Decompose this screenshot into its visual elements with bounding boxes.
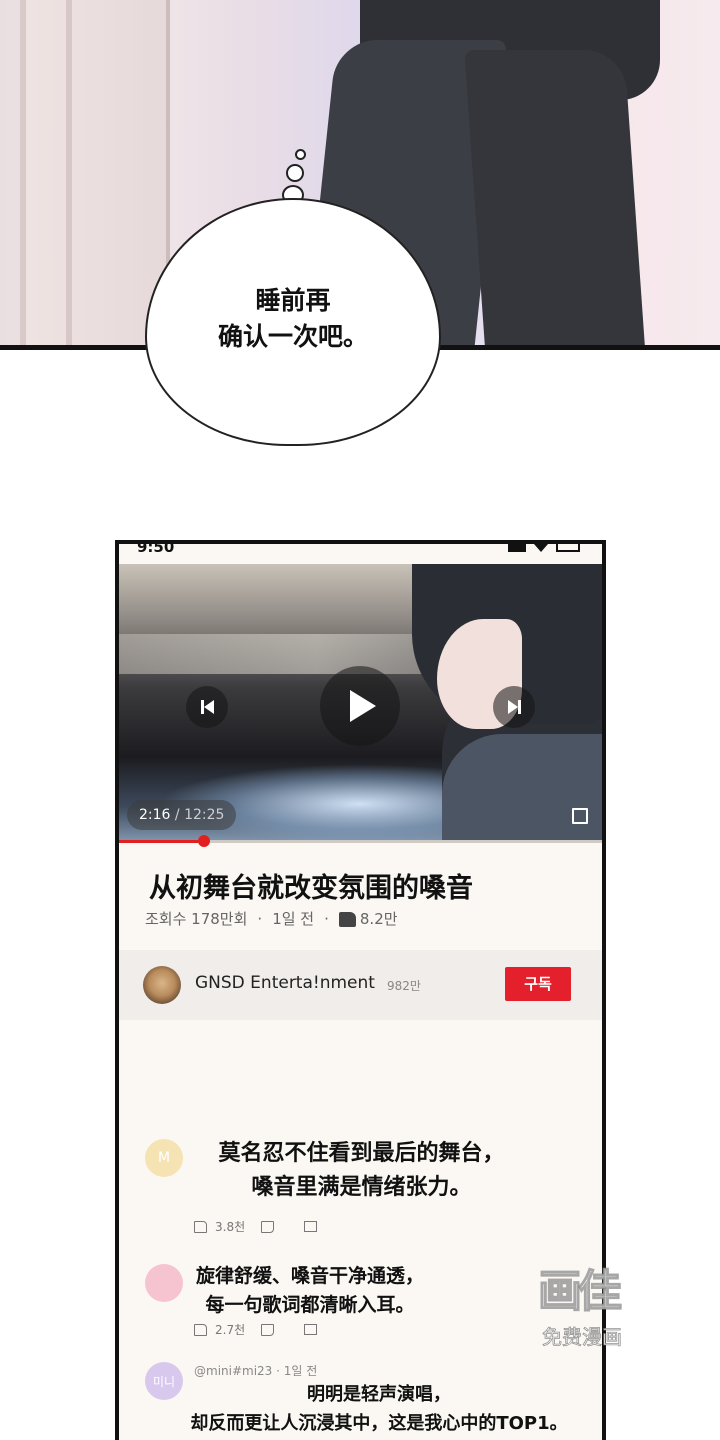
dislike-icon[interactable] bbox=[261, 1220, 275, 1233]
progress-bar[interactable] bbox=[119, 835, 602, 847]
view-count: 조회수 178만회 bbox=[145, 910, 248, 928]
skip-next-icon bbox=[507, 700, 521, 714]
watermark-logo: 画佳 bbox=[537, 1265, 623, 1318]
wifi-icon bbox=[534, 544, 548, 552]
upload-age: 1일 전 bbox=[272, 910, 315, 928]
progress-fill bbox=[119, 840, 204, 843]
comment-author-meta: @mini#mi23 · 1일 전 bbox=[194, 1364, 318, 1378]
comment-like-count: 2.7천 bbox=[215, 1323, 246, 1337]
like-icon[interactable] bbox=[194, 1220, 207, 1233]
video-meta: 조회수 178만회 · 1일 전 · 8.2만 bbox=[145, 908, 398, 929]
comment-avatar[interactable]: M bbox=[145, 1139, 183, 1177]
comment-avatar[interactable] bbox=[145, 1264, 183, 1302]
comment-actions: 2.7천 bbox=[194, 1321, 318, 1338]
progress-knob[interactable] bbox=[198, 835, 210, 847]
meta-dot: · bbox=[257, 909, 263, 928]
like-button[interactable]: 8.2만 bbox=[338, 908, 398, 929]
comment-line: 嗓音里满是情绪张力。 bbox=[251, 1175, 472, 1200]
video-title: 从初舞台就改变氛围的嗓音 bbox=[149, 873, 473, 904]
dislike-icon[interactable] bbox=[261, 1323, 275, 1336]
comment-actions: 3.8천 bbox=[194, 1218, 318, 1235]
thumbs-up-icon bbox=[338, 912, 356, 927]
status-icons bbox=[508, 544, 580, 552]
comment-line: 旋律舒缓、嗓音干净通透， bbox=[195, 1265, 424, 1287]
play-icon bbox=[350, 690, 376, 722]
previous-button[interactable] bbox=[186, 686, 228, 728]
time-display: 2:16 / 12:25 bbox=[127, 800, 237, 830]
subscribe-button[interactable]: 구독 bbox=[505, 967, 571, 1001]
channel-row: GNSD Enterta!nment 982만 구독 bbox=[119, 950, 602, 1020]
comment-line: 莫名忍不住看到最后的舞台， bbox=[218, 1141, 505, 1166]
thought-dot-medium bbox=[286, 164, 304, 182]
current-time: 2:16 bbox=[139, 807, 171, 823]
next-button[interactable] bbox=[493, 686, 535, 728]
status-time: 9:50 bbox=[137, 540, 175, 556]
comment-text: 莫名忍不住看到最后的舞台， 嗓音里满是情绪张力。 bbox=[189, 1137, 534, 1205]
comment-line: 每一句歌词都清晰入耳。 bbox=[205, 1294, 415, 1316]
comment-line: 明明是轻声演唱， bbox=[307, 1384, 451, 1405]
fullscreen-icon[interactable] bbox=[572, 808, 588, 824]
comment-line: 却反而更让人沉浸其中，这是我心中的TOP1。 bbox=[190, 1413, 568, 1434]
watermark-subtitle: 免费漫画 bbox=[542, 1325, 623, 1350]
reply-icon[interactable] bbox=[304, 1324, 318, 1335]
comment-text: 明明是轻声演唱， 却反而更让人沉浸其中，这是我心中的TOP1。 bbox=[159, 1380, 599, 1438]
meta-dot: · bbox=[324, 909, 329, 928]
video-player[interactable]: 2:16 / 12:25 bbox=[119, 564, 602, 840]
comment-text: 旋律舒缓、嗓音干净通透， 每一句歌词都清晰入耳。 bbox=[185, 1262, 435, 1320]
subscriber-count: 982만 bbox=[387, 979, 421, 993]
reply-icon[interactable] bbox=[304, 1221, 318, 1232]
channel-avatar[interactable] bbox=[143, 966, 181, 1004]
phone-screen: 9:50 2:16 / 12:25 从初舞台就改变氛围的嗓音 조회수 178만회… bbox=[115, 540, 606, 1440]
thought-line-2: 确认一次吧。 bbox=[217, 322, 368, 351]
play-button[interactable] bbox=[320, 666, 400, 746]
thought-bubble-text: 睡前再 确认一次吧。 bbox=[145, 283, 441, 355]
like-count: 8.2만 bbox=[359, 910, 398, 928]
comment-like-count: 3.8천 bbox=[215, 1220, 246, 1234]
time-separator: / bbox=[170, 807, 185, 823]
signal-icon bbox=[508, 544, 526, 552]
thought-line-1: 睡前再 bbox=[255, 286, 331, 315]
skip-previous-icon bbox=[200, 700, 214, 714]
watermark: 画佳 免费漫画 bbox=[537, 1255, 660, 1355]
thought-dot-small bbox=[295, 149, 306, 160]
avatar-letter: M bbox=[157, 1150, 171, 1166]
like-icon[interactable] bbox=[194, 1323, 207, 1336]
duration: 12:25 bbox=[184, 807, 225, 823]
battery-icon bbox=[556, 544, 580, 552]
status-bar: 9:50 bbox=[119, 544, 602, 566]
channel-name[interactable]: GNSD Enterta!nment bbox=[195, 973, 375, 993]
